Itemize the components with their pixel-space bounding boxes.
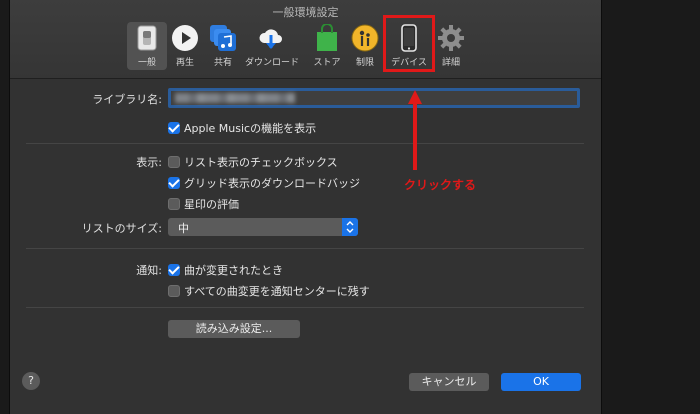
annotation-arrow xyxy=(408,90,422,170)
play-icon xyxy=(172,25,198,51)
parental-restriction-icon xyxy=(351,24,379,52)
window-title: 一般環境設定 xyxy=(272,6,339,19)
notification-center-checkbox[interactable] xyxy=(168,285,180,297)
library-name-field[interactable] xyxy=(168,88,580,108)
help-button[interactable]: ? xyxy=(22,372,40,390)
notifications-label: 通知: xyxy=(136,264,162,277)
library-name-label: ライブラリ名: xyxy=(92,93,162,106)
tab-restrictions[interactable]: 制限 xyxy=(345,22,385,70)
switch-icon xyxy=(137,25,157,51)
list-size-label: リストのサイズ: xyxy=(81,222,162,235)
star-rating-label: 星印の評価 xyxy=(184,198,239,211)
separator xyxy=(26,248,584,249)
list-size-select[interactable]: 中 xyxy=(168,218,358,236)
import-settings-button[interactable]: 読み込み設定... xyxy=(168,320,300,338)
tab-sharing[interactable]: 共有 xyxy=(203,22,243,70)
devices-highlight-box xyxy=(383,15,435,72)
apple-music-checkbox[interactable] xyxy=(168,121,180,134)
notification-center-label: すべての曲変更を通知センターに残す xyxy=(184,285,370,298)
store-bag-icon xyxy=(317,24,337,51)
song-change-label: 曲が変更されたとき xyxy=(184,264,283,277)
song-change-checkbox[interactable] xyxy=(168,263,180,276)
list-checkbox-label: リスト表示のチェックボックス xyxy=(184,156,338,169)
preferences-window: 一般環境設定 一般 再生 共有 ダウンロード ストア 制限 デバイス 詳細 ライ… xyxy=(9,0,602,414)
tab-downloads[interactable]: ダウンロード xyxy=(245,22,299,70)
library-name-redacted xyxy=(175,93,295,103)
titlebar: 一般環境設定 一般 再生 共有 ダウンロード ストア 制限 デバイス 詳細 xyxy=(10,0,601,79)
grid-download-badge-checkbox[interactable] xyxy=(168,176,180,189)
gear-icon xyxy=(438,25,464,51)
separator xyxy=(26,143,584,144)
apple-music-label: Apple Musicの機能を表示 xyxy=(184,122,317,135)
tab-advanced[interactable]: 詳細 xyxy=(431,22,471,70)
cancel-button[interactable]: キャンセル xyxy=(409,373,489,391)
star-rating-checkbox[interactable] xyxy=(168,198,180,210)
ok-button[interactable]: OK xyxy=(501,373,581,391)
select-stepper-icon xyxy=(342,218,358,236)
annotation-text: クリックする xyxy=(404,178,477,192)
separator xyxy=(26,307,584,308)
list-checkbox-option[interactable] xyxy=(168,156,180,168)
display-label: 表示: xyxy=(136,156,162,169)
tab-downloads-label: ダウンロード xyxy=(245,58,300,68)
tab-sharing-label: 共有 xyxy=(213,58,232,68)
cloud-download-icon xyxy=(259,29,282,49)
list-size-value: 中 xyxy=(178,222,189,235)
shared-music-icon xyxy=(210,25,236,51)
grid-download-badge-label: グリッド表示のダウンロードバッジ xyxy=(184,177,360,190)
